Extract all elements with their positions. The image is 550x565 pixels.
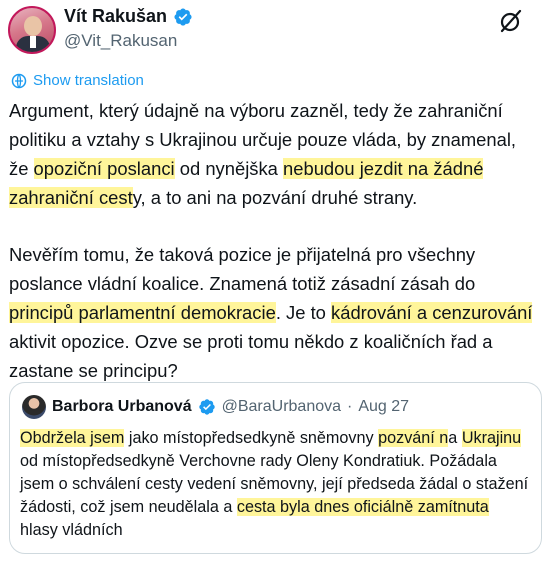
highlighted-text: Obdržela jsem — [20, 429, 125, 447]
text-segment: hlasy vládních — [20, 521, 123, 539]
highlighted-text: opoziční poslanci — [33, 158, 175, 179]
highlighted-text: pozvání n — [378, 429, 449, 447]
globe-icon — [11, 73, 27, 88]
grok-icon[interactable] — [498, 8, 524, 34]
author-name-row: Vít Rakušan — [64, 6, 193, 27]
tweet-paragraph-1: Argument, který údajně na výboru zazněl,… — [9, 96, 539, 212]
tweet-text: Argument, který údajně na výboru zazněl,… — [9, 96, 539, 385]
highlighted-text: kádrování a cenzurování — [331, 302, 533, 323]
quoted-author-handle[interactable]: @BaraUrbanova — [222, 398, 341, 416]
quoted-author-name[interactable]: Barbora Urbanová — [52, 398, 192, 416]
avatar-head — [24, 16, 42, 36]
text-segment: aktivit opozice. Ozve se proti tomu někd… — [9, 331, 493, 381]
verified-badge-icon — [198, 399, 215, 415]
text-segment: a — [448, 429, 462, 447]
author-name[interactable]: Vít Rakušan — [64, 6, 167, 27]
tweet-paragraph-2: Nevěřím tomu, že taková pozice je přijat… — [9, 240, 539, 385]
show-translation-link[interactable]: Show translation — [11, 72, 144, 89]
text-segment: . Je to — [275, 302, 332, 323]
text-segment: od nynějška — [174, 158, 284, 179]
show-translation-label: Show translation — [33, 72, 144, 89]
avatar-collar — [30, 36, 36, 48]
text-segment: y, a to ani na pozvání druhé strany. — [132, 187, 418, 208]
quoted-tweet-text: Obdržela jsem jako místopředsedkyně sněm… — [20, 427, 530, 542]
text-segment: jako místopředsedkyně sněmovny — [124, 429, 379, 447]
author-handle[interactable]: @Vit_Rakusan — [64, 31, 177, 51]
text-segment: Nevěřím tomu, že taková pozice je přijat… — [9, 244, 476, 294]
author-avatar[interactable] — [8, 6, 56, 54]
verified-badge-icon — [174, 7, 192, 26]
highlighted-text: rlamentní demokracie — [98, 302, 276, 323]
quoted-tweet-header: Barbora Urbanová @BaraUrbanova · Aug 27 — [22, 395, 409, 419]
quoted-tweet[interactable]: Barbora Urbanová @BaraUrbanova · Aug 27 … — [9, 382, 542, 554]
highlighted-text: principů pa — [9, 302, 99, 323]
meta-separator: · — [347, 398, 353, 415]
highlighted-text: Ukrajinu — [461, 429, 522, 447]
quoted-tweet-date[interactable]: Aug 27 — [358, 398, 409, 416]
highlighted-text: cesta byla dnes oficiálně zamítnuta — [236, 498, 489, 516]
quoted-author-avatar[interactable] — [22, 395, 46, 419]
